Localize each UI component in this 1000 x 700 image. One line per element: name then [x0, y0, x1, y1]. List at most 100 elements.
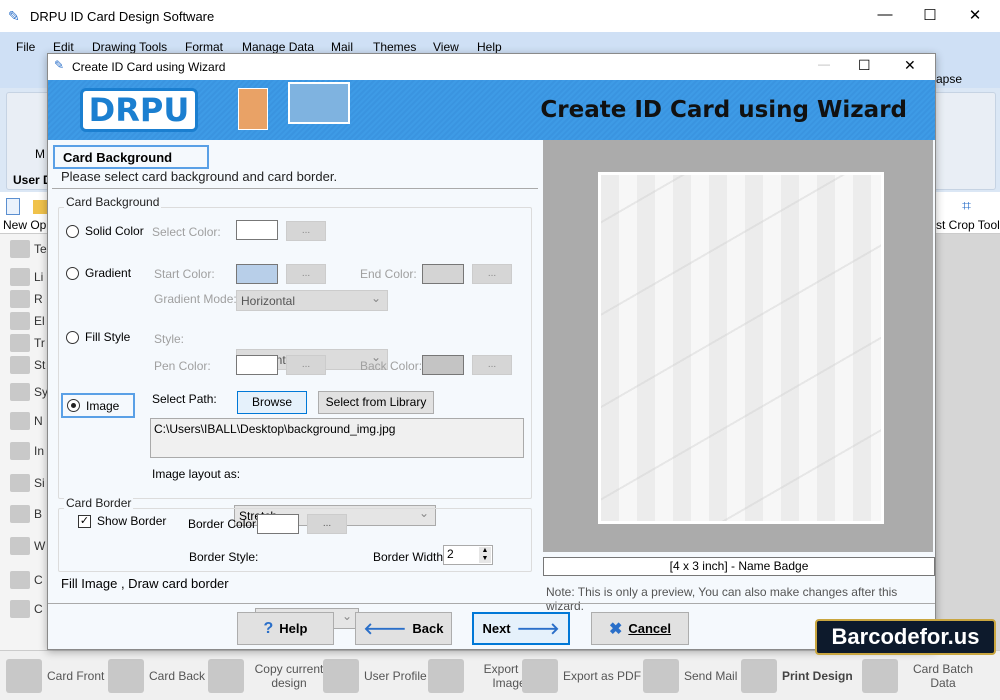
image-radio[interactable]: Image	[61, 393, 135, 418]
menu-drawing-tools[interactable]: Drawing Tools	[92, 40, 167, 54]
crop-tool-label[interactable]: st Crop Tool	[936, 218, 1000, 232]
bottom-card-batch-data-button[interactable]: Card Batch Data	[862, 656, 983, 696]
divider	[52, 188, 538, 189]
label: End Color:	[360, 267, 417, 281]
wizard-icon: ✎	[54, 58, 65, 72]
id-card-icon	[288, 82, 350, 124]
open-icon	[33, 200, 47, 214]
fill-style-radio[interactable]: Fill Style	[66, 330, 130, 344]
wizard-dialog: ✎ Create ID Card using Wizard — ☐ ✕ DRPU…	[47, 53, 936, 650]
next-button[interactable]: Next 🡒	[472, 612, 570, 645]
back-color-swatch	[422, 355, 464, 375]
minimize-button[interactable]: —	[870, 6, 900, 23]
card-preview	[598, 172, 884, 524]
tool-icon	[10, 442, 30, 460]
app-title: DRPU ID Card Design Software	[30, 9, 215, 24]
gradient-radio[interactable]: Gradient	[66, 266, 131, 280]
end-color-picker-button[interactable]: ...	[472, 264, 512, 284]
menu-view[interactable]: View	[433, 40, 459, 54]
bottom-copy-current-design-button[interactable]: Copy current design	[208, 656, 329, 696]
left-tool-3[interactable]: El	[10, 312, 50, 330]
label: Gradient Mode:	[154, 292, 237, 306]
new-open-label[interactable]: New Op	[3, 218, 46, 232]
gradient-mode-select[interactable]: Horizontal	[236, 290, 388, 311]
bottom-card-back-button[interactable]: Card Back	[108, 656, 205, 696]
border-color-picker-button[interactable]: ...	[307, 514, 347, 534]
export-as-pdf-icon	[522, 659, 558, 693]
start-color-swatch	[236, 264, 278, 284]
new-icon	[6, 198, 20, 215]
left-tool-7[interactable]: N	[10, 412, 50, 430]
bottom-card-front-button[interactable]: Card Front	[6, 656, 104, 696]
bottom-user-profile-button[interactable]: User Profile	[323, 656, 427, 696]
tool-icon	[10, 571, 30, 589]
wizard-close-button[interactable]: ✕	[904, 57, 916, 74]
left-tool-1[interactable]: Li	[10, 268, 50, 286]
left-tool-5[interactable]: St	[10, 356, 50, 374]
menu-file[interactable]: File	[16, 40, 35, 54]
browse-button[interactable]: Browse	[237, 391, 307, 414]
preview-area	[543, 140, 933, 552]
left-tool-12[interactable]: C	[10, 571, 50, 589]
left-tool-6[interactable]: Sy	[10, 383, 50, 401]
bottom-print-design-button[interactable]: Print Design	[741, 656, 853, 696]
menu-manage-data[interactable]: Manage Data	[242, 40, 314, 54]
menu-help[interactable]: Help	[477, 40, 502, 54]
pen-color-swatch	[236, 355, 278, 375]
design-canvas	[935, 234, 1000, 650]
cancel-button[interactable]: ✖ Cancel	[591, 612, 689, 645]
border-color-swatch	[257, 514, 299, 534]
bottom-send-mail-button[interactable]: Send Mail	[643, 656, 737, 696]
left-tool-0[interactable]: Te	[10, 240, 50, 258]
preview-caption: [4 x 3 inch] - Name Badge	[543, 557, 935, 576]
maximize-button[interactable]: ☐	[915, 6, 945, 24]
bottom-export-as-pdf-button[interactable]: Export as PDF	[522, 656, 641, 696]
left-tool-11[interactable]: W	[10, 537, 50, 555]
start-color-picker-button[interactable]: ...	[286, 264, 326, 284]
pen-color-picker-button[interactable]: ...	[286, 355, 326, 375]
wizard-title: Create ID Card using Wizard	[72, 60, 226, 74]
divider	[48, 603, 935, 604]
show-border-checkbox[interactable]: ✓ Show Border	[78, 514, 166, 528]
close-button[interactable]: ✕	[960, 6, 990, 24]
wizard-minimize-button[interactable]: —	[818, 57, 830, 71]
solid-color-radio[interactable]: Solid Color	[66, 224, 144, 238]
left-tool-10[interactable]: B	[10, 505, 50, 523]
left-tool-4[interactable]: Tr	[10, 334, 50, 352]
left-tool-13[interactable]: C	[10, 600, 50, 618]
label: Start Color:	[154, 267, 215, 281]
select-from-library-button[interactable]: Select from Library	[318, 391, 434, 414]
print-design-icon	[741, 659, 777, 693]
menu-format[interactable]: Format	[185, 40, 223, 54]
wizard-titlebar: ✎ Create ID Card using Wizard — ☐ ✕	[48, 54, 935, 80]
section-description: Please select card background and card b…	[61, 169, 338, 184]
wizard-maximize-button[interactable]: ☐	[858, 57, 871, 74]
arrow-right-icon: 🡒	[516, 621, 560, 638]
collapse-label[interactable]: apse	[936, 72, 962, 86]
left-tool-9[interactable]: Si	[10, 474, 50, 492]
left-tool-8[interactable]: In	[10, 442, 50, 460]
menu-edit[interactable]: Edit	[53, 40, 74, 54]
card-back-icon	[108, 659, 144, 693]
label: Select Color:	[152, 225, 221, 239]
cancel-icon: ✖	[608, 620, 623, 638]
help-button[interactable]: ? Help	[237, 612, 334, 645]
left-tool-2[interactable]: R	[10, 290, 50, 308]
barcodefor-watermark: Barcodefor.us	[815, 619, 996, 655]
back-color-picker-button[interactable]: ...	[472, 355, 512, 375]
send-mail-icon	[643, 659, 679, 693]
card-front-icon	[6, 659, 42, 693]
border-width-stepper[interactable]: 2 ▲ ▼	[443, 545, 493, 565]
label: Pen Color:	[154, 359, 211, 373]
back-button[interactable]: 🡐 Back	[355, 612, 452, 645]
tool-icon	[10, 356, 30, 374]
user-profile-icon	[323, 659, 359, 693]
solid-color-picker-button[interactable]: ...	[286, 221, 326, 241]
tool-icon	[10, 312, 30, 330]
menu-mail[interactable]: Mail	[331, 40, 353, 54]
label: Border Style:	[189, 550, 259, 564]
tool-icon	[10, 537, 30, 555]
menu-themes[interactable]: Themes	[373, 40, 416, 54]
image-path-field[interactable]: C:\Users\IBALL\Desktop\background_img.jp…	[150, 418, 524, 458]
app-titlebar: ✎ DRPU ID Card Design Software — ☐ ✕	[0, 0, 1000, 32]
